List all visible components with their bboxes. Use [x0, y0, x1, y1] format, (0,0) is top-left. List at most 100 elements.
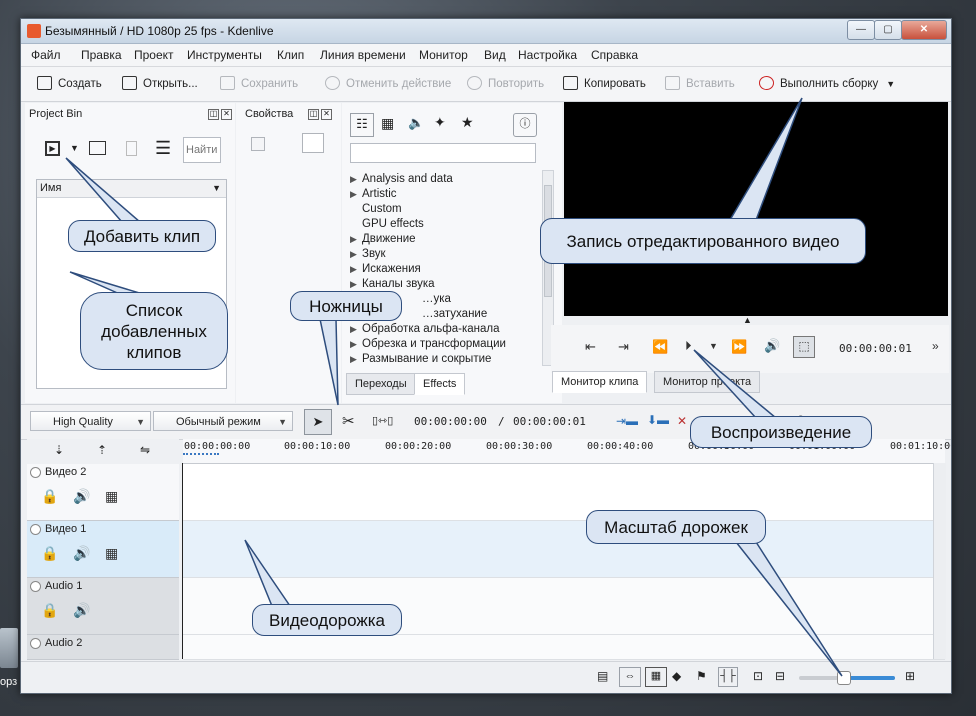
track-lane[interactable]	[183, 521, 945, 578]
add-clip-icon[interactable]: ▶	[45, 141, 60, 156]
track-header[interactable]: Видео 2 🔒 🔊 ▦	[27, 464, 179, 521]
menu-edit[interactable]: Правка	[81, 48, 122, 62]
timeline-position[interactable]: 00:00:00:00	[414, 415, 487, 428]
float-panel-icon[interactable]: ◫	[308, 109, 319, 120]
track-header[interactable]: Audio 1 🔒 🔊	[27, 578, 179, 635]
maximize-button[interactable]: ▢	[874, 20, 902, 40]
zoom-in-icon[interactable]: ⊞	[905, 669, 915, 683]
effect-info-icon[interactable]: ⓘ	[513, 113, 537, 137]
keyframes-icon[interactable]: ◆	[672, 669, 681, 683]
delete-icon[interactable]	[126, 141, 137, 156]
chevron-right-icon[interactable]: »	[932, 339, 939, 353]
video-effects-filter-icon[interactable]: ▦	[381, 115, 394, 132]
play-icon[interactable]: ⏵	[685, 338, 692, 354]
timeline-duration[interactable]: 00:00:00:01	[513, 415, 586, 428]
zoom-slider[interactable]	[799, 671, 895, 685]
effect-category[interactable]: ▶ Искажения	[350, 262, 526, 277]
hide-video-icon[interactable]: ▦	[105, 488, 118, 505]
video-monitor-screen[interactable]	[564, 102, 948, 316]
chevron-down-icon[interactable]: ▼	[70, 143, 79, 153]
minimize-button[interactable]: —	[847, 20, 875, 40]
effect-category[interactable]: ▶ Analysis and data	[350, 172, 526, 187]
tab-transitions[interactable]: Переходы	[346, 373, 416, 395]
expand-tracks-icon[interactable]: ⇡	[97, 443, 107, 457]
menu-help[interactable]: Справка	[591, 48, 638, 62]
custom-effects-filter-icon[interactable]: ✦	[434, 114, 446, 131]
effect-category[interactable]: ▶ Artistic	[350, 187, 526, 202]
save-button[interactable]: Сохранить	[220, 76, 298, 90]
rewind-icon[interactable]: ⏪	[652, 339, 668, 355]
effects-search-input[interactable]	[350, 143, 536, 163]
close-panel-icon[interactable]: ✕	[321, 109, 332, 120]
zoom-slider-handle[interactable]	[837, 671, 851, 685]
effect-category[interactable]: GPU effects	[350, 217, 526, 232]
lock-icon[interactable]: 🔒	[41, 545, 58, 562]
timeline-vertical-scrollbar[interactable]	[933, 463, 946, 659]
effects-tree[interactable]: ▶ Analysis and data ▶ Artistic Custom GPU …	[350, 172, 526, 367]
effect-category[interactable]: ▶ Обработка альфа-канала	[350, 322, 526, 337]
lock-icon[interactable]: 🔒	[41, 488, 58, 505]
track-header[interactable]: Видео 1 🔒 🔊 ▦	[27, 521, 179, 578]
menu-view[interactable]: Вид	[484, 48, 506, 62]
create-button[interactable]: Создать	[37, 76, 102, 90]
menu-file[interactable]: Файл	[31, 48, 61, 62]
razor-tool-icon[interactable]: ✂	[342, 412, 355, 430]
lock-icon[interactable]: 🔒	[41, 602, 58, 619]
playhead-marker[interactable]	[183, 453, 219, 461]
track-lane[interactable]	[183, 464, 945, 521]
list-view-icon[interactable]: ☰	[155, 139, 171, 157]
tab-project-monitor[interactable]: Монитор проекта	[654, 371, 761, 393]
render-button[interactable]: Выполнить сборку ▼	[759, 76, 895, 90]
track-target-radio[interactable]	[30, 524, 41, 535]
float-panel-icon[interactable]: ◫	[208, 109, 219, 120]
track-target-radio[interactable]	[30, 467, 41, 478]
column-header-name[interactable]: Имя ▼	[37, 180, 226, 198]
fast-forward-icon[interactable]: ⏩	[731, 339, 747, 355]
mute-audio-icon[interactable]: 🔊	[73, 488, 90, 505]
zoom-fit-icon[interactable]: ⊡	[753, 669, 763, 683]
audio-effects-filter-icon[interactable]: 🔈	[408, 115, 424, 131]
marker-flag-icon[interactable]: ⚑	[696, 669, 707, 683]
quality-combo[interactable]: High Quality ▼	[30, 411, 151, 431]
show-thumbnails-icon[interactable]: ▤	[597, 669, 608, 683]
effect-category[interactable]: ▶ Обрезка и трансформации	[350, 337, 526, 352]
collapse-tracks-icon[interactable]: ⇣	[54, 443, 64, 457]
edit-mode-combo[interactable]: Обычный режим ▼	[153, 411, 293, 431]
menu-clip[interactable]: Клип	[277, 48, 304, 62]
mute-audio-icon[interactable]: 🔊	[73, 602, 90, 619]
overwrite-icon[interactable]: ⬇▬	[647, 413, 669, 427]
timeline-playhead-line[interactable]	[182, 463, 183, 659]
project-bin-search-input[interactable]	[183, 137, 221, 163]
favorites-filter-icon[interactable]: ★	[461, 114, 474, 131]
effect-category[interactable]: ▶ Размывание и сокрытие	[350, 352, 526, 367]
new-folder-icon[interactable]	[89, 141, 106, 155]
monitor-timecode[interactable]: 00:00:00:01	[839, 342, 912, 355]
set-zone-out-icon[interactable]: ⇥	[618, 339, 629, 355]
extract-icon[interactable]: ✕	[677, 414, 687, 428]
close-panel-icon[interactable]: ✕	[221, 109, 232, 120]
tab-clip-monitor[interactable]: Монитор клипа	[552, 371, 648, 393]
menu-timeline[interactable]: Линия времени	[320, 48, 406, 62]
track-lane[interactable]	[183, 635, 945, 660]
monitor-zoom-handle-icon[interactable]: ▲	[743, 315, 752, 325]
volume-icon[interactable]: 🔊	[764, 338, 780, 354]
effect-category[interactable]: ▶ Звук	[350, 247, 526, 262]
set-zone-in-icon[interactable]: ⇤	[585, 339, 596, 355]
tab-effects[interactable]: Effects	[414, 373, 466, 395]
chevron-down-icon[interactable]: ▼	[886, 79, 895, 89]
effect-category[interactable]: ▶ Движение	[350, 232, 526, 247]
copy-button[interactable]: Копировать	[563, 76, 646, 90]
paste-button[interactable]: Вставить	[665, 76, 735, 90]
menu-tools[interactable]: Инструменты	[187, 48, 262, 62]
mute-audio-icon[interactable]: 🔊	[73, 545, 90, 562]
undo-button[interactable]: Отменить действие	[325, 76, 451, 90]
track-target-radio[interactable]	[30, 581, 41, 592]
spacer-tool-icon[interactable]: ▯⇿▯	[372, 414, 393, 427]
zoom-out-icon[interactable]: ⊟	[775, 669, 785, 683]
show-markers-icon[interactable]: ▦	[645, 667, 667, 687]
snap-to-icon[interactable]: ┤├	[718, 667, 738, 687]
properties-checkbox[interactable]	[251, 137, 265, 151]
track-header[interactable]: Audio 2	[27, 635, 179, 660]
close-button[interactable]: ✕	[901, 20, 947, 40]
menu-settings[interactable]: Настройка	[518, 48, 577, 62]
